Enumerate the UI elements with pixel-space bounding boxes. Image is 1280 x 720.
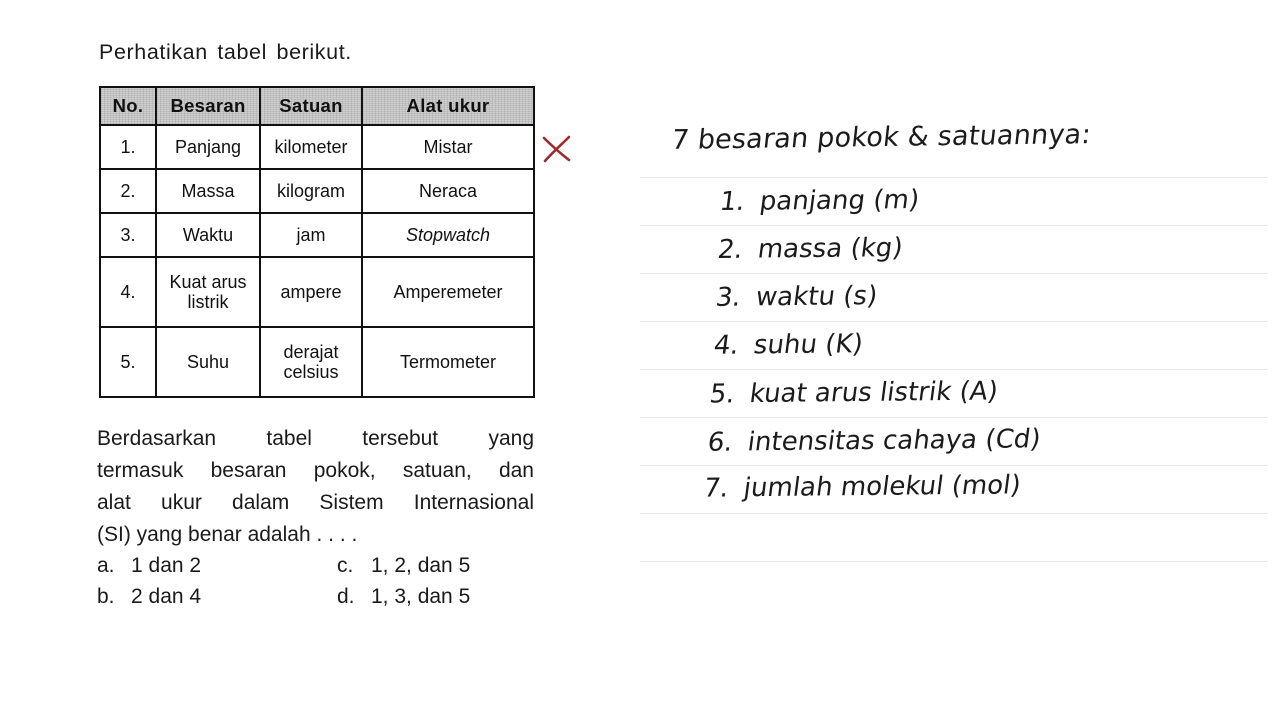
red-x-mark	[542, 135, 571, 163]
th-besaran: Besaran	[155, 86, 261, 126]
th-alat-ukur: Alat ukur	[361, 86, 535, 126]
options-row-2: b. 2 dan 4 d. 1, 3, dan 5	[97, 585, 537, 616]
cell-besaran: Waktu	[155, 212, 261, 258]
cell-besaran: Suhu	[155, 326, 261, 398]
note-item-6: 6. intensitas cahaya (Cd)	[706, 424, 1043, 457]
table-header-row: No. Besaran Satuan Alat ukur	[99, 86, 535, 126]
cell-no: 4.	[99, 256, 157, 328]
handwritten-notes-pane: 7 besaran pokok & satuannya: 1. panjang (…	[600, 0, 1280, 650]
notes-title: 7 besaran pokok & satuannya:	[669, 119, 1093, 156]
ruled-line	[640, 273, 1268, 274]
ruled-line	[640, 177, 1268, 178]
cell-besaran-line1: Kuat arus	[169, 271, 247, 292]
table-row: 2. Massa kilogram Neraca	[99, 168, 535, 214]
option-d-key: d.	[337, 585, 355, 608]
cell-satuan-line1: derajat	[283, 341, 339, 362]
option-a-key: a.	[97, 554, 115, 577]
table-row: 1. Panjang kilometer Mistar	[99, 124, 535, 170]
cell-besaran: Kuat arus listrik	[155, 256, 261, 328]
note-item-4: 4. suhu (K)	[712, 329, 865, 361]
note-item-3: 3. waktu (s)	[714, 281, 879, 313]
page-footer: co·learn www.colearn.id @colearn.id	[0, 650, 1280, 720]
th-no: No.	[99, 86, 157, 126]
note-item-5: 5. kuat arus listrik (A)	[708, 376, 1000, 409]
cell-alat-ukur: Stopwatch	[361, 212, 535, 258]
cell-alat-ukur: Mistar	[361, 124, 535, 170]
worksheet-page: Perhatikan tabel berikut. No. Besaran Sa…	[0, 0, 1280, 720]
ruled-line	[640, 417, 1268, 418]
note-item-1-num: 1.	[717, 186, 747, 218]
options-row-1: a. 1 dan 2 c. 1, 2, dan 5	[97, 554, 537, 585]
note-item-2-text: massa (kg)	[755, 233, 905, 265]
question-body-line3: alat ukur dalam Sistem Internasional	[97, 491, 534, 514]
cell-satuan: jam	[259, 212, 363, 258]
cell-besaran: Panjang	[155, 124, 261, 170]
question-body: Berdasarkan tabel tersebut yang termasuk…	[97, 423, 537, 551]
cell-alat-ukur: Neraca	[361, 168, 535, 214]
option-c[interactable]: c. 1, 2, dan 5	[337, 554, 470, 578]
cell-alat-ukur: Amperemeter	[361, 256, 535, 328]
cell-satuan: ampere	[259, 256, 363, 328]
note-item-2-num: 2.	[715, 234, 745, 265]
ruled-line	[640, 369, 1268, 370]
cell-alat-ukur: Termometer	[361, 326, 535, 398]
cell-no: 5.	[99, 326, 157, 398]
cell-satuan: kilometer	[259, 124, 363, 170]
note-item-7-text: jumlah molekul (mol)	[741, 470, 1023, 504]
ruled-line	[640, 321, 1268, 322]
note-item-5-num: 5.	[707, 379, 737, 410]
cell-besaran: Massa	[155, 168, 261, 214]
option-b-key: b.	[97, 585, 115, 608]
note-item-1-text: panjang (m)	[757, 184, 922, 217]
question-body-line2: termasuk besaran pokok, satuan, dan	[97, 459, 534, 482]
cell-besaran-line2: listrik	[187, 292, 229, 312]
prompt-text: Perhatikan tabel berikut.	[99, 40, 352, 64]
note-item-7-num: 7.	[701, 473, 731, 504]
ruled-line	[640, 513, 1268, 514]
cell-satuan: derajat celsius	[259, 326, 363, 398]
ruled-line	[640, 465, 1268, 466]
question-body-line4: (SI) yang benar adalah . . . .	[97, 523, 358, 546]
option-a[interactable]: a. 1 dan 2	[97, 554, 337, 578]
answer-options: a. 1 dan 2 c. 1, 2, dan 5 b. 2 dan 4 d. …	[97, 554, 537, 616]
cell-satuan: kilogram	[259, 168, 363, 214]
ruled-line	[640, 225, 1268, 226]
cell-no: 3.	[99, 212, 157, 258]
note-item-2: 2. massa (kg)	[716, 233, 905, 265]
quantities-table: No. Besaran Satuan Alat ukur 1. Panjang …	[99, 86, 535, 398]
option-b-text: 2 dan 4	[131, 585, 202, 608]
option-a-text: 1 dan 2	[131, 554, 202, 577]
cell-no: 1.	[99, 124, 157, 170]
note-item-3-text: waktu (s)	[753, 281, 880, 313]
note-item-4-text: suhu (K)	[752, 329, 865, 361]
note-item-6-num: 6.	[705, 427, 735, 458]
ruled-line	[640, 561, 1268, 562]
table-row: 5. Suhu derajat celsius Termometer	[99, 326, 535, 398]
cell-satuan-line2: celsius	[283, 362, 339, 382]
option-d[interactable]: d. 1, 3, dan 5	[337, 585, 470, 609]
option-b[interactable]: b. 2 dan 4	[97, 585, 337, 609]
option-c-key: c.	[337, 554, 354, 577]
table-row: 3. Waktu jam Stopwatch	[99, 212, 535, 258]
note-item-7: 7. jumlah molekul (mol)	[702, 470, 1023, 503]
note-item-3-num: 3.	[713, 282, 743, 313]
note-item-5-text: kuat arus listrik (A)	[747, 376, 1000, 410]
note-item-6-text: intensitas cahaya (Cd)	[745, 424, 1043, 458]
question-pane: Perhatikan tabel berikut. No. Besaran Sa…	[0, 0, 600, 650]
note-item-4-num: 4.	[711, 330, 741, 361]
option-d-text: 1, 3, dan 5	[371, 585, 471, 608]
th-satuan: Satuan	[259, 86, 363, 126]
option-c-text: 1, 2, dan 5	[371, 554, 471, 577]
cell-no: 2.	[99, 168, 157, 214]
question-body-line1: Berdasarkan tabel tersebut yang	[97, 427, 534, 450]
note-item-1: 1. panjang (m)	[718, 185, 921, 217]
table-row: 4. Kuat arus listrik ampere Amperemeter	[99, 256, 535, 328]
